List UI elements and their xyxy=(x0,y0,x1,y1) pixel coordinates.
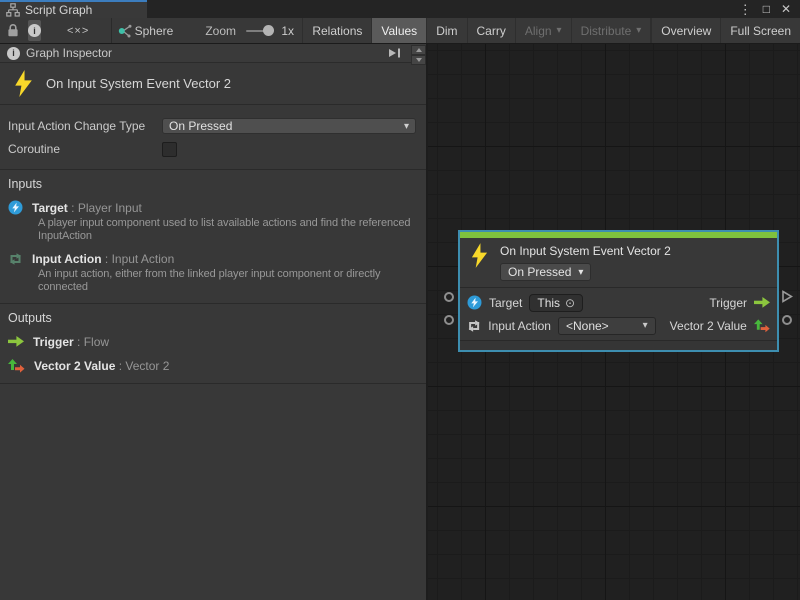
port-circle-icon xyxy=(782,315,792,325)
graph-inspector-title: Graph Inspector xyxy=(26,46,112,60)
outputs-heading: Outputs xyxy=(8,311,416,325)
unit-settings: Input Action Change Type On Pressed ▾ Co… xyxy=(0,105,426,169)
script-graph-icon xyxy=(6,3,20,17)
node-body: Target This ⊙ Trigger xyxy=(460,287,777,340)
port-doc-vector2-value: Vector 2 Value : Vector 2 xyxy=(8,358,416,373)
output-port-trigger[interactable] xyxy=(781,290,793,303)
port-doc-input-action: Input Action : Input Action An input act… xyxy=(8,251,416,293)
info-icon: i xyxy=(7,47,20,60)
inputs-heading: Inputs xyxy=(8,177,416,191)
values-button[interactable]: Values xyxy=(371,18,426,43)
variables-button[interactable]: <×> xyxy=(67,18,89,43)
chevron-down-icon: ▾ xyxy=(404,121,409,132)
graph-toolbar: i <×> Sphere Zoom 1x Relations Values Di… xyxy=(0,18,800,44)
coroutine-label: Coroutine xyxy=(8,142,162,156)
port-doc-target: Target : Player Input A player input com… xyxy=(8,200,416,242)
player-input-icon xyxy=(8,200,23,215)
node-title: On Input System Event Vector 2 xyxy=(500,244,671,258)
trigger-port-label: Trigger xyxy=(709,296,747,310)
relations-button[interactable]: Relations xyxy=(302,18,371,43)
port-doc-trigger: Trigger : Flow xyxy=(8,334,416,349)
carry-button[interactable]: Carry xyxy=(467,18,515,43)
input-action-icon xyxy=(467,319,481,333)
info-icon: i xyxy=(28,24,41,37)
node-mode-dropdown[interactable]: On Pressed ▾ xyxy=(500,263,591,281)
zoom-value: 1x xyxy=(281,18,294,43)
tab-bar: Script Graph ⋮ □ ✕ xyxy=(0,0,800,18)
graph-pointer-icon xyxy=(117,18,133,43)
node-on-input-system-event-vector2[interactable]: On Input System Event Vector 2 On Presse… xyxy=(458,230,779,352)
chevron-down-icon: ▾ xyxy=(643,320,648,331)
arrow-up-icon xyxy=(416,48,422,52)
port-description: An input action, either from the linked … xyxy=(38,268,430,293)
scroll-up-button[interactable] xyxy=(411,45,426,55)
coroutine-checkbox[interactable] xyxy=(162,142,177,157)
inputs-section: Inputs Target : Player Input A player in… xyxy=(0,170,426,303)
dock-panel-button[interactable] xyxy=(385,47,405,59)
distribute-button[interactable]: Distribute▾ xyxy=(571,18,651,43)
vector2-icon xyxy=(8,359,25,373)
input-action-icon xyxy=(8,252,23,266)
input-port-target[interactable] xyxy=(444,292,454,302)
node-row-target: Target This ⊙ Trigger xyxy=(467,291,770,314)
zoom-label: Zoom xyxy=(205,18,236,43)
port-circle-icon xyxy=(444,292,454,302)
align-button[interactable]: Align▾ xyxy=(515,18,571,43)
outputs-section: Outputs Trigger : Flow xyxy=(0,304,426,383)
chevron-down-icon: ▾ xyxy=(636,25,641,36)
zoom-slider[interactable] xyxy=(246,18,274,43)
input-action-port-label: Input Action xyxy=(488,319,551,333)
code-icon: <×> xyxy=(67,25,89,37)
port-circle-icon xyxy=(444,315,454,325)
window-controls: ⋮ □ ✕ xyxy=(739,0,800,18)
graph-canvas[interactable]: On Input System Event Vector 2 On Presse… xyxy=(428,44,800,600)
change-type-dropdown[interactable]: On Pressed ▾ xyxy=(162,118,416,134)
dim-button[interactable]: Dim xyxy=(426,18,466,43)
window-maximize-icon[interactable]: □ xyxy=(763,3,770,15)
graph-inspector-panel: i Graph Inspector On Inpu xyxy=(0,44,428,600)
overview-button[interactable]: Overview xyxy=(651,18,720,43)
port-triangle-icon xyxy=(781,290,793,303)
inspector-scrollbar xyxy=(411,45,426,65)
zoom-slider-handle[interactable] xyxy=(263,25,274,36)
unit-title: On Input System Event Vector 2 xyxy=(46,76,231,91)
port-description: A player input component used to list av… xyxy=(38,217,430,242)
flow-arrow-icon xyxy=(754,297,770,308)
tab-bar-empty xyxy=(147,0,739,18)
dock-icon xyxy=(388,47,402,59)
tab-label: Script Graph xyxy=(25,3,92,17)
lock-icon xyxy=(7,23,19,38)
graph-inspector-header: i Graph Inspector xyxy=(0,44,426,63)
target-port-label: Target xyxy=(489,296,522,310)
inspector-empty-area xyxy=(0,384,426,600)
full-screen-button[interactable]: Full Screen xyxy=(720,18,800,43)
arrow-down-icon xyxy=(416,58,422,62)
event-bolt-icon xyxy=(13,70,34,97)
node-header: On Input System Event Vector 2 On Presse… xyxy=(460,238,777,287)
target-this-button[interactable]: This ⊙ xyxy=(529,294,583,312)
change-type-label: Input Action Change Type xyxy=(8,119,162,133)
flow-arrow-icon xyxy=(8,336,24,347)
node-footer xyxy=(460,340,777,350)
output-port-vector2-value[interactable] xyxy=(782,315,792,325)
object-picker-icon: ⊙ xyxy=(565,297,575,309)
unit-title-block: On Input System Event Vector 2 xyxy=(0,63,426,104)
chevron-down-icon: ▾ xyxy=(578,267,583,278)
input-action-dropdown[interactable]: <None> ▾ xyxy=(558,317,656,335)
event-bolt-icon xyxy=(470,243,489,268)
script-graph-window: Script Graph ⋮ □ ✕ i <×> xyxy=(0,0,800,600)
tab-script-graph[interactable]: Script Graph xyxy=(0,0,147,18)
graph-name-label: Sphere xyxy=(133,18,174,43)
chevron-down-icon: ▾ xyxy=(557,25,562,36)
inspector-toggle-button[interactable]: i xyxy=(28,20,41,41)
lock-button[interactable] xyxy=(7,18,19,43)
vector2-port-label: Vector 2 Value xyxy=(670,319,747,333)
window-close-icon[interactable]: ✕ xyxy=(781,3,791,15)
node-row-input-action: Input Action <None> ▾ Vector 2 Value xyxy=(467,314,770,337)
player-input-icon xyxy=(467,295,482,310)
vector2-icon xyxy=(754,319,770,333)
input-port-input-action[interactable] xyxy=(444,315,454,325)
window-menu-icon[interactable]: ⋮ xyxy=(739,3,752,16)
